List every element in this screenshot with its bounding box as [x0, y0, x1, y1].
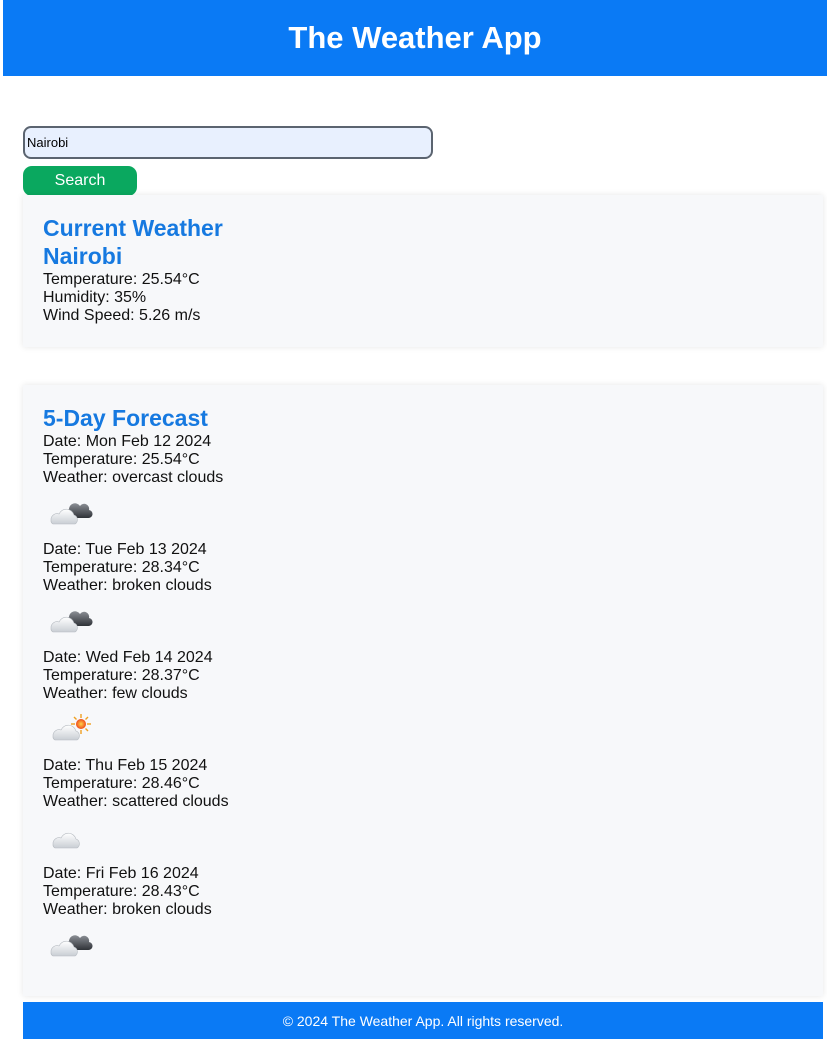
weather-app-page: The Weather App Search Current Weather N…	[0, 0, 827, 1039]
search-button[interactable]: Search	[23, 166, 137, 196]
forecast-day-weather: Weather: few clouds	[43, 685, 188, 702]
forecast-day-temperature: Temperature: 25.54°C	[43, 451, 200, 468]
app-footer: © 2024 The Weather App. All rights reser…	[23, 1002, 823, 1039]
overcast-clouds-icon	[50, 503, 93, 525]
forecast-day-weather: Weather: scattered clouds	[43, 793, 229, 810]
forecast-day-weather: Weather: broken clouds	[43, 577, 212, 594]
forecast-day-temperature: Temperature: 28.43°C	[43, 883, 200, 900]
forecast-day-date: Date: Fri Feb 16 2024	[43, 865, 199, 882]
forecast-day-temperature: Temperature: 28.46°C	[43, 775, 200, 792]
forecast-day-date: Date: Mon Feb 12 2024	[43, 433, 212, 450]
footer-copyright: © 2024 The Weather App. All rights reser…	[282, 1012, 564, 1029]
current-wind-speed: Wind Speed: 5.26 m/s	[43, 307, 201, 324]
forecast-day-date: Date: Thu Feb 15 2024	[43, 757, 208, 774]
forecast-day-date: Date: Tue Feb 13 2024	[43, 541, 207, 558]
forecast-heading: 5-Day Forecast	[43, 405, 208, 431]
forecast-day-weather: Weather: broken clouds	[43, 901, 212, 918]
current-humidity: Humidity: 35%	[43, 289, 147, 306]
broken-clouds-icon	[50, 935, 93, 957]
app-header: The Weather App	[3, 0, 827, 76]
forecast-day-temperature: Temperature: 28.34°C	[43, 559, 200, 576]
current-city-name: Nairobi	[43, 243, 123, 269]
few-clouds-icon	[52, 714, 91, 741]
current-weather-card: Current Weather Nairobi Temperature: 25.…	[23, 195, 823, 347]
scattered-clouds-icon	[52, 832, 80, 849]
forecast-card: 5-Day Forecast Date: Mon Feb 12 2024 Tem…	[23, 385, 823, 996]
broken-clouds-icon	[50, 611, 93, 633]
current-weather-heading: Current Weather	[43, 215, 223, 241]
current-temperature: Temperature: 25.54°C	[43, 271, 200, 288]
app-title: The Weather App	[288, 20, 542, 55]
search-input[interactable]	[23, 126, 433, 159]
forecast-day-temperature: Temperature: 28.37°C	[43, 667, 200, 684]
forecast-day-date: Date: Wed Feb 14 2024	[43, 649, 213, 666]
forecast-day-weather: Weather: overcast clouds	[43, 469, 224, 486]
